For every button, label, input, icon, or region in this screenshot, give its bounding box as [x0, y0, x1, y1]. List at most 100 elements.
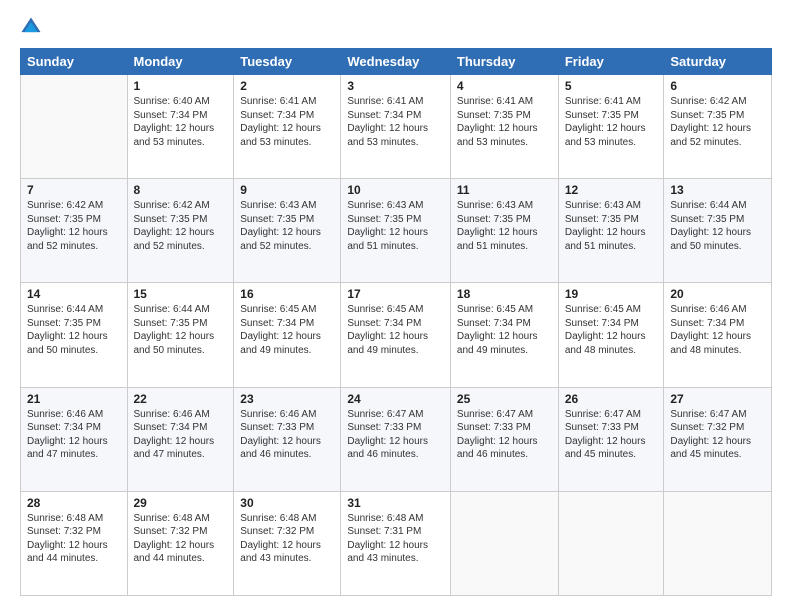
- day-info: Sunrise: 6:45 AM Sunset: 7:34 PM Dayligh…: [457, 303, 552, 357]
- calendar-cell: [558, 491, 664, 595]
- day-info: Sunrise: 6:46 AM Sunset: 7:33 PM Dayligh…: [240, 408, 334, 462]
- day-number: 24: [347, 392, 444, 406]
- day-number: 20: [670, 287, 765, 301]
- weekday-header-wednesday: Wednesday: [341, 49, 451, 75]
- day-number: 15: [134, 287, 228, 301]
- calendar-cell: 29Sunrise: 6:48 AM Sunset: 7:32 PM Dayli…: [127, 491, 234, 595]
- day-number: 21: [27, 392, 121, 406]
- calendar-cell: 21 Sunrise: 6:46 AM Sunset: 7:34 PM Dayli…: [21, 387, 128, 491]
- calendar-week-row: 7 Sunrise: 6:42 AM Sunset: 7:35 PM Daylig…: [21, 179, 772, 283]
- day-number: 31: [347, 496, 444, 510]
- day-info: Sunrise: 6:44 AM Sunset: 7:35 PM Dayligh…: [27, 303, 121, 357]
- calendar-cell: 26 Sunrise: 6:47 AM Sunset: 7:33 PM Dayli…: [558, 387, 664, 491]
- day-number: 28: [27, 496, 121, 510]
- day-number: 23: [240, 392, 334, 406]
- calendar-cell: 13 Sunrise: 6:44 AM Sunset: 7:35 PM Dayli…: [664, 179, 772, 283]
- calendar-cell: 1 Sunrise: 6:40 AM Sunset: 7:34 PM Daylig…: [127, 75, 234, 179]
- calendar-cell: 2 Sunrise: 6:41 AM Sunset: 7:34 PM Daylig…: [234, 75, 341, 179]
- day-info: Sunrise: 6:48 AM Sunset: 7:32 PM Dayligh…: [27, 512, 121, 566]
- day-info: Sunrise: 6:43 AM Sunset: 7:35 PM Dayligh…: [457, 199, 552, 253]
- weekday-header-sunday: Sunday: [21, 49, 128, 75]
- day-info: Sunrise: 6:44 AM Sunset: 7:35 PM Dayligh…: [670, 199, 765, 253]
- day-info: Sunrise: 6:41 AM Sunset: 7:35 PM Dayligh…: [457, 95, 552, 149]
- calendar-cell: 20 Sunrise: 6:46 AM Sunset: 7:34 PM Dayli…: [664, 283, 772, 387]
- day-number: 27: [670, 392, 765, 406]
- calendar-cell: 22 Sunrise: 6:46 AM Sunset: 7:34 PM Dayli…: [127, 387, 234, 491]
- calendar-week-row: 14Sunrise: 6:44 AM Sunset: 7:35 PM Dayli…: [21, 283, 772, 387]
- day-info: Sunrise: 6:45 AM Sunset: 7:34 PM Dayligh…: [565, 303, 658, 357]
- calendar-week-row: 28 Sunrise: 6:48 AM Sunset: 7:32 PM Dayli…: [21, 491, 772, 595]
- day-info: Sunrise: 6:46 AM Sunset: 7:34 PM Dayligh…: [27, 408, 121, 462]
- day-number: 9: [240, 183, 334, 197]
- day-number: 8: [134, 183, 228, 197]
- calendar-cell: 18 Sunrise: 6:45 AM Sunset: 7:34 PM Dayli…: [450, 283, 558, 387]
- day-info: Sunrise: 6:47 AM Sunset: 7:33 PM Dayligh…: [565, 408, 658, 462]
- day-info: Sunrise: 6:40 AM Sunset: 7:34 PM Dayligh…: [134, 95, 228, 149]
- weekday-header-friday: Friday: [558, 49, 664, 75]
- calendar-cell: [664, 491, 772, 595]
- day-info: Sunrise: 6:41 AM Sunset: 7:34 PM Dayligh…: [347, 95, 444, 149]
- day-info: Sunrise: 6:41 AM Sunset: 7:34 PM Dayligh…: [240, 95, 334, 149]
- day-info: Sunrise: 6:41 AM Sunset: 7:35 PM Dayligh…: [565, 95, 658, 149]
- calendar-cell: 25Sunrise: 6:47 AM Sunset: 7:33 PM Dayli…: [450, 387, 558, 491]
- day-info: Sunrise: 6:42 AM Sunset: 7:35 PM Dayligh…: [27, 199, 121, 253]
- day-info: Sunrise: 6:45 AM Sunset: 7:34 PM Dayligh…: [347, 303, 444, 357]
- day-number: 19: [565, 287, 658, 301]
- day-number: 4: [457, 79, 552, 93]
- day-number: 13: [670, 183, 765, 197]
- day-number: 2: [240, 79, 334, 93]
- day-info: Sunrise: 6:44 AM Sunset: 7:35 PM Dayligh…: [134, 303, 228, 357]
- day-number: 1: [134, 79, 228, 93]
- day-number: 11: [457, 183, 552, 197]
- day-info: Sunrise: 6:43 AM Sunset: 7:35 PM Dayligh…: [565, 199, 658, 253]
- calendar-cell: 8Sunrise: 6:42 AM Sunset: 7:35 PM Daylig…: [127, 179, 234, 283]
- weekday-header-monday: Monday: [127, 49, 234, 75]
- calendar-cell: 19 Sunrise: 6:45 AM Sunset: 7:34 PM Dayli…: [558, 283, 664, 387]
- calendar-cell: 14Sunrise: 6:44 AM Sunset: 7:35 PM Dayli…: [21, 283, 128, 387]
- day-number: 22: [134, 392, 228, 406]
- day-number: 26: [565, 392, 658, 406]
- calendar-cell: 9 Sunrise: 6:43 AM Sunset: 7:35 PM Daylig…: [234, 179, 341, 283]
- weekday-header-row: SundayMondayTuesdayWednesdayThursdayFrid…: [21, 49, 772, 75]
- calendar-cell: 10 Sunrise: 6:43 AM Sunset: 7:35 PM Dayli…: [341, 179, 451, 283]
- header: [20, 16, 772, 38]
- day-number: 6: [670, 79, 765, 93]
- calendar-cell: 24 Sunrise: 6:47 AM Sunset: 7:33 PM Dayli…: [341, 387, 451, 491]
- calendar-cell: [21, 75, 128, 179]
- calendar-table: SundayMondayTuesdayWednesdayThursdayFrid…: [20, 48, 772, 596]
- day-number: 29: [134, 496, 228, 510]
- day-number: 30: [240, 496, 334, 510]
- day-number: 18: [457, 287, 552, 301]
- calendar-cell: 30 Sunrise: 6:48 AM Sunset: 7:32 PM Dayli…: [234, 491, 341, 595]
- calendar-cell: 4 Sunrise: 6:41 AM Sunset: 7:35 PM Daylig…: [450, 75, 558, 179]
- calendar-cell: 17 Sunrise: 6:45 AM Sunset: 7:34 PM Dayli…: [341, 283, 451, 387]
- day-info: Sunrise: 6:48 AM Sunset: 7:31 PM Dayligh…: [347, 512, 444, 566]
- day-info: Sunrise: 6:47 AM Sunset: 7:32 PM Dayligh…: [670, 408, 765, 462]
- day-info: Sunrise: 6:43 AM Sunset: 7:35 PM Dayligh…: [240, 199, 334, 253]
- day-number: 10: [347, 183, 444, 197]
- calendar-cell: 28 Sunrise: 6:48 AM Sunset: 7:32 PM Dayli…: [21, 491, 128, 595]
- calendar-cell: [450, 491, 558, 595]
- weekday-header-saturday: Saturday: [664, 49, 772, 75]
- day-info: Sunrise: 6:45 AM Sunset: 7:34 PM Dayligh…: [240, 303, 334, 357]
- day-info: Sunrise: 6:48 AM Sunset: 7:32 PM Dayligh…: [240, 512, 334, 566]
- weekday-header-tuesday: Tuesday: [234, 49, 341, 75]
- day-number: 7: [27, 183, 121, 197]
- weekday-header-thursday: Thursday: [450, 49, 558, 75]
- day-info: Sunrise: 6:46 AM Sunset: 7:34 PM Dayligh…: [134, 408, 228, 462]
- day-info: Sunrise: 6:47 AM Sunset: 7:33 PM Dayligh…: [457, 408, 552, 462]
- day-info: Sunrise: 6:43 AM Sunset: 7:35 PM Dayligh…: [347, 199, 444, 253]
- page: SundayMondayTuesdayWednesdayThursdayFrid…: [0, 0, 792, 612]
- day-info: Sunrise: 6:46 AM Sunset: 7:34 PM Dayligh…: [670, 303, 765, 357]
- calendar-cell: 16 Sunrise: 6:45 AM Sunset: 7:34 PM Dayli…: [234, 283, 341, 387]
- calendar-cell: 5 Sunrise: 6:41 AM Sunset: 7:35 PM Daylig…: [558, 75, 664, 179]
- day-number: 17: [347, 287, 444, 301]
- logo-icon: [20, 16, 42, 38]
- day-info: Sunrise: 6:47 AM Sunset: 7:33 PM Dayligh…: [347, 408, 444, 462]
- calendar-week-row: 21 Sunrise: 6:46 AM Sunset: 7:34 PM Dayli…: [21, 387, 772, 491]
- day-number: 12: [565, 183, 658, 197]
- day-number: 5: [565, 79, 658, 93]
- calendar-cell: 3Sunrise: 6:41 AM Sunset: 7:34 PM Daylig…: [341, 75, 451, 179]
- day-number: 16: [240, 287, 334, 301]
- calendar-cell: 6Sunrise: 6:42 AM Sunset: 7:35 PM Daylig…: [664, 75, 772, 179]
